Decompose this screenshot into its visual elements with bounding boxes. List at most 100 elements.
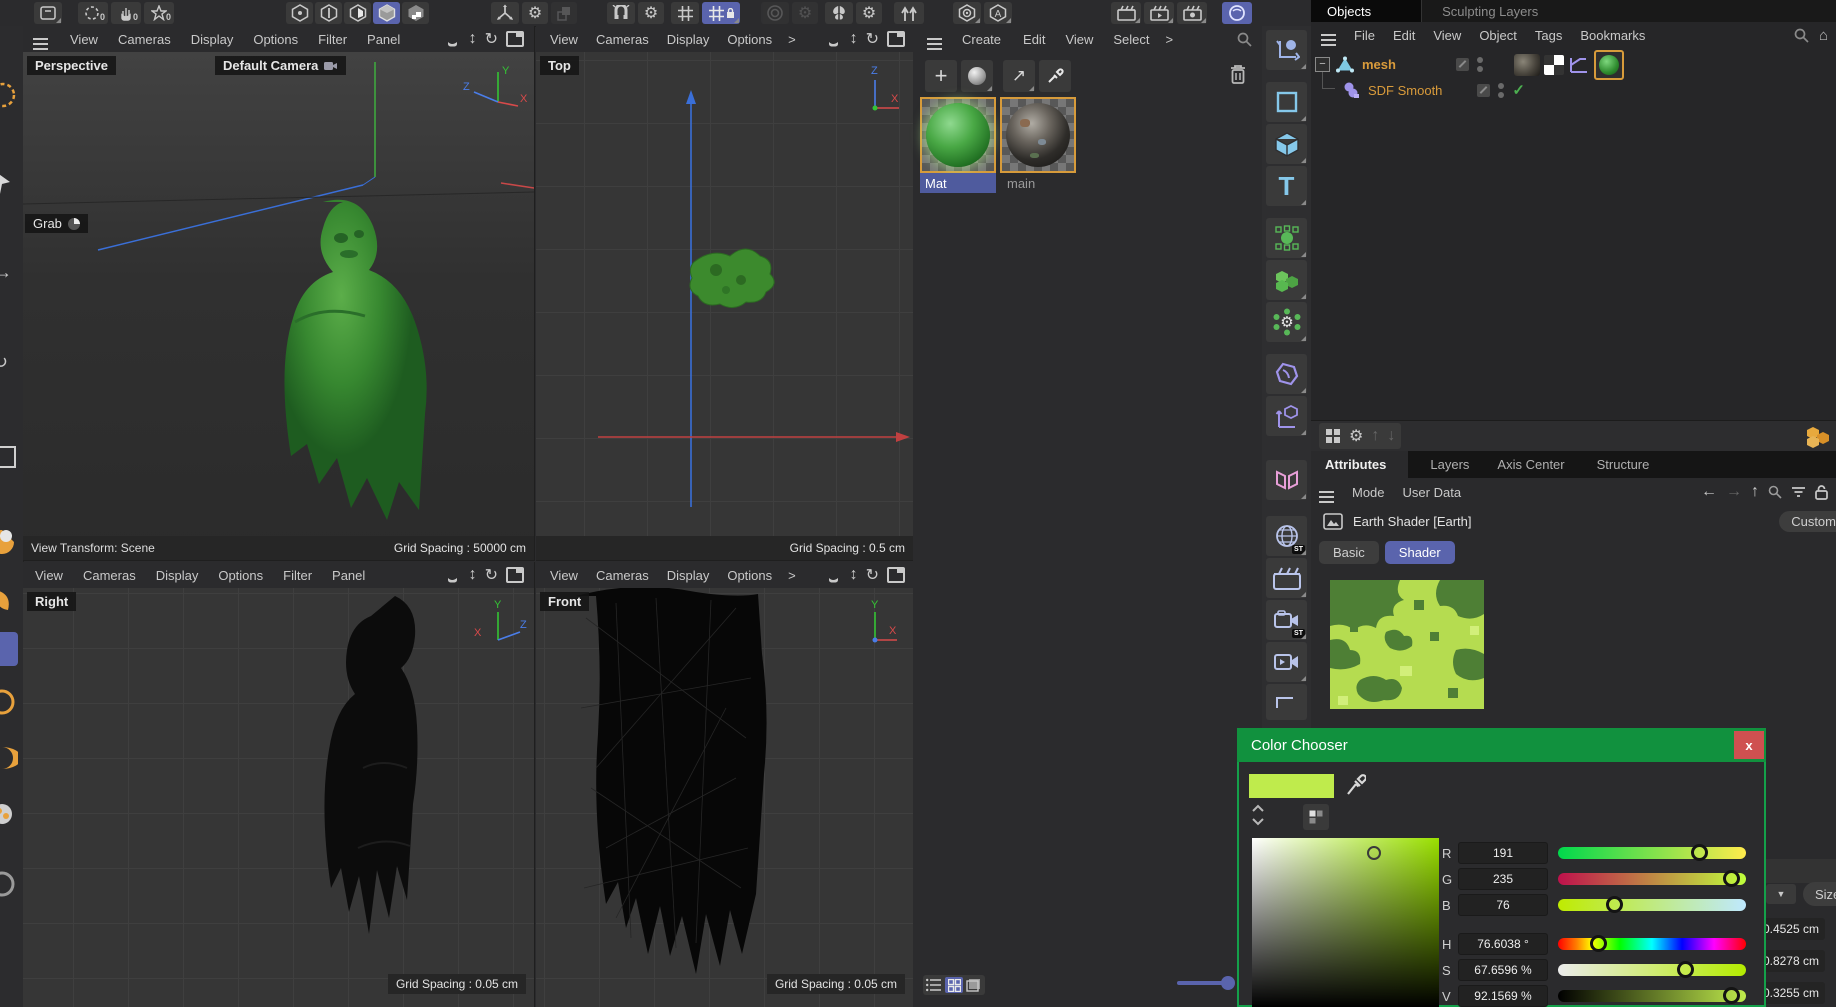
tab-layers[interactable]: Layers (1430, 457, 1469, 472)
deformer-icon[interactable]: ⚙ (1266, 302, 1307, 342)
menu-view[interactable]: View (550, 568, 578, 583)
channel-slider[interactable] (1558, 847, 1746, 859)
material-menu-icon[interactable] (927, 38, 942, 40)
menu-display[interactable]: Display (667, 32, 710, 47)
viewport-menu-icon[interactable] (33, 38, 48, 40)
axis-gear-icon[interactable]: ⚙ (522, 2, 548, 24)
tab-objects[interactable]: Objects (1311, 0, 1421, 22)
expand-toggle-icon[interactable]: − (1315, 57, 1330, 72)
editor-render-dots[interactable] (1477, 57, 1483, 72)
dolly-icon[interactable]: ↕ (469, 30, 477, 48)
material-label-mat[interactable]: Mat (920, 173, 996, 193)
orbit-icon[interactable]: ↻ (485, 565, 498, 585)
size-y-field[interactable]: 0.8278 cm (1759, 950, 1825, 972)
mode-spinner[interactable] (1251, 804, 1265, 826)
pen-tool-icon[interactable] (1266, 30, 1307, 70)
menu-overflow[interactable]: > (788, 32, 796, 47)
tab-attributes[interactable]: Attributes (1311, 451, 1408, 478)
maximize-view-icon[interactable] (506, 31, 524, 47)
render-view-icon[interactable] (1111, 2, 1141, 24)
dolly-icon[interactable]: ↕ (850, 566, 858, 584)
pan-icon[interactable] (444, 567, 461, 584)
quad-view-icon[interactable] (1325, 428, 1341, 444)
import-arrows-icon[interactable] (894, 2, 924, 24)
orbit-icon[interactable]: ↻ (866, 565, 879, 585)
spline-primitive-icon[interactable] (1266, 82, 1307, 122)
size-z-field[interactable]: 0.3255 cm (1759, 982, 1825, 1004)
rect-tool-icon[interactable] (0, 446, 16, 468)
visibility-toggle-icon[interactable] (1477, 84, 1490, 97)
menu-options[interactable]: Options (253, 32, 298, 47)
render-picture-viewer-icon[interactable] (1144, 2, 1174, 24)
menu-edit[interactable]: Edit (1023, 32, 1045, 47)
model-mode-icon[interactable] (373, 2, 400, 24)
layout-box-icon[interactable] (34, 2, 62, 24)
channel-value-field[interactable]: 191 (1458, 842, 1548, 864)
menu-panel[interactable]: Panel (332, 568, 365, 583)
channel-value-field[interactable]: 67.6596 % (1458, 959, 1548, 981)
menu-view[interactable]: View (70, 32, 98, 47)
menu-display[interactable]: Display (667, 568, 710, 583)
maximize-view-icon[interactable] (887, 567, 905, 583)
orbit-icon[interactable]: ↻ (485, 29, 498, 49)
partial-icon[interactable] (1266, 684, 1307, 720)
size-x-field[interactable]: 0.4525 cm (1759, 918, 1825, 940)
maximize-view-icon[interactable] (887, 31, 905, 47)
menu-filter[interactable]: Filter (283, 568, 312, 583)
swatch-mode-icon[interactable] (1303, 804, 1329, 830)
add-material-button[interactable]: + (925, 60, 957, 92)
menu-options[interactable]: Options (218, 568, 263, 583)
channel-slider[interactable] (1558, 873, 1746, 885)
points-mode-icon[interactable] (286, 2, 313, 24)
orbit-icon[interactable]: ↻ (866, 29, 879, 49)
instance-icon[interactable] (1266, 460, 1307, 500)
texture-tag-icon[interactable] (1514, 54, 1540, 76)
sculpt-tool-icon[interactable] (0, 798, 18, 830)
enabled-check-icon[interactable]: ✓ (1512, 81, 1525, 99)
right-viewport[interactable]: Right Y X Z Grid Spacing : 0.05 cm (23, 588, 535, 1007)
menu-view[interactable]: View (1433, 28, 1461, 43)
menu-options[interactable]: Options (727, 568, 772, 583)
auto-mode-icon[interactable]: A (984, 2, 1012, 24)
camera-st-icon[interactable]: ST (1266, 600, 1307, 640)
symmetry-gear-icon[interactable]: ⚙ (856, 2, 882, 24)
select-star-filter-icon[interactable]: 0 (144, 2, 174, 24)
front-viewport[interactable]: Front Y X Grid Spacing : 0.05 cm (536, 588, 914, 1007)
menu-select[interactable]: Select (1113, 32, 1149, 47)
menu-display[interactable]: Display (156, 568, 199, 583)
menu-edit[interactable]: Edit (1393, 28, 1415, 43)
menu-panel[interactable]: Panel (367, 32, 400, 47)
channel-value-field[interactable]: 235 (1458, 868, 1548, 890)
null-axis-icon[interactable] (1266, 396, 1307, 436)
grid-view-icon[interactable] (945, 977, 963, 993)
field-object-icon[interactable] (1266, 354, 1307, 394)
thumbnail-size-slider[interactable] (1177, 981, 1233, 985)
stage-globe-icon[interactable]: ST (1266, 516, 1307, 556)
move-arrow-icon[interactable]: → (0, 262, 12, 283)
live-selection-icon[interactable] (0, 78, 20, 112)
menu-cameras[interactable]: Cameras (596, 568, 649, 583)
sculpt-tool-icon[interactable] (0, 584, 18, 616)
shader-preview[interactable] (1330, 580, 1484, 709)
menu-view[interactable]: View (550, 32, 578, 47)
polygons-mode-icon[interactable] (344, 2, 371, 24)
material-thumb-main[interactable] (1000, 97, 1076, 173)
camera-label[interactable]: Default Camera (215, 56, 346, 75)
delete-material-icon[interactable] (1228, 62, 1248, 86)
channel-value-field[interactable]: 76 (1458, 894, 1548, 916)
menu-cameras[interactable]: Cameras (83, 568, 136, 583)
tab-axis-center[interactable]: Axis Center (1497, 457, 1564, 472)
dialog-titlebar[interactable]: Color Chooser x (1237, 728, 1766, 762)
select-hand-filter-icon[interactable]: 0 (111, 2, 141, 24)
tab-sculpting-layers[interactable]: Sculpting Layers (1421, 0, 1578, 22)
phong-tag-icon[interactable] (1544, 55, 1564, 75)
eyedropper-icon[interactable] (1344, 772, 1366, 798)
menu-view[interactable]: View (1065, 32, 1093, 47)
cursor-icon[interactable] (0, 168, 18, 198)
channel-slider[interactable] (1558, 899, 1746, 911)
new-material-sphere-button[interactable] (961, 60, 993, 92)
filter-icon[interactable] (1791, 486, 1806, 498)
object-name[interactable]: mesh (1362, 57, 1396, 72)
object-row-sdf-smooth[interactable]: SDF Smooth ✓ (1311, 78, 1611, 102)
material-thumb-mat[interactable] (920, 97, 996, 173)
